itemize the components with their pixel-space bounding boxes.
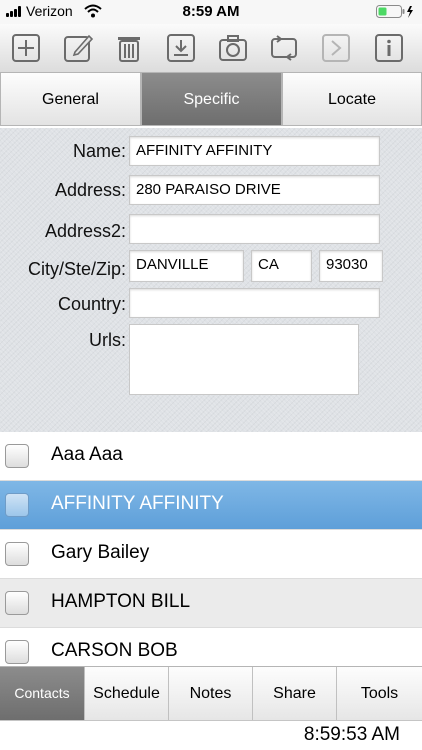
checkbox[interactable] [5,444,29,468]
address-field[interactable]: 280 PARAISO DRIVE [129,175,380,205]
list-item[interactable]: Gary Bailey [0,530,422,579]
zip-field[interactable]: 93030 [319,250,383,282]
contact-name: HAMPTON BILL [51,591,191,612]
contact-name: CARSON BOB [51,640,178,661]
checkbox[interactable] [5,640,29,664]
forward-icon[interactable] [321,33,351,63]
tab-specific[interactable]: Specific [141,72,282,126]
urls-label: Urls: [89,330,126,350]
name-label: Name: [72,141,126,161]
contact-name: Gary Bailey [51,542,150,563]
add-icon[interactable] [11,33,41,63]
status-time: 8:59 AM [182,3,240,20]
battery-icon [376,5,413,18]
toolbar [0,24,422,73]
list-item-selected[interactable]: AFFINITY AFFINITY [0,481,422,530]
checkbox[interactable] [5,493,29,517]
edit-icon[interactable] [63,33,94,63]
tab-schedule[interactable]: Schedule [85,667,169,720]
checkbox[interactable] [5,542,29,566]
name-field[interactable]: AFFINITY AFFINITY [129,136,380,166]
checkbox[interactable] [5,591,29,615]
tab-notes[interactable]: Notes [169,667,253,720]
tab-locate[interactable]: Locate [282,72,422,126]
trash-icon[interactable] [114,33,144,63]
list-item[interactable]: Aaa Aaa [0,432,422,481]
sync-icon[interactable] [269,33,299,63]
status-bar: Verizon 8:59 AM [0,0,422,24]
tab-contacts[interactable]: Contacts [0,667,85,720]
contact-name: AFFINITY AFFINITY [51,493,224,514]
city-field[interactable]: DANVILLE [129,250,244,282]
download-icon[interactable] [166,33,196,63]
urls-field[interactable] [129,324,359,395]
state-field[interactable]: CA [251,250,312,282]
clock-display: 8:59:53 AM [303,724,400,745]
address-label: Address: [54,180,126,200]
camera-icon[interactable] [218,33,248,63]
info-icon[interactable] [374,33,404,63]
tab-share[interactable]: Share [253,667,337,720]
footer-bar: 8:59:53 AM [0,720,422,750]
list-item[interactable]: CARSON BOB [0,628,422,666]
segmented-control: General Specific Locate [0,72,422,128]
tab-tools[interactable]: Tools [337,667,422,720]
country-label: Country: [57,294,126,314]
contact-detail-form: Name: AFFINITY AFFINITY Address: 280 PAR… [0,128,422,432]
list-item[interactable]: HAMPTON BILL [0,579,422,628]
city-state-zip-label: City/Ste/Zip: [27,259,126,279]
contact-name: Aaa Aaa [51,444,123,465]
address2-label: Address2: [44,221,126,241]
tab-general[interactable]: General [0,72,141,126]
country-field[interactable] [129,288,380,318]
bottom-tab-bar: Contacts Schedule Notes Share Tools [0,666,422,720]
contact-list: Aaa Aaa AFFINITY AFFINITY Gary Bailey HA… [0,432,422,666]
address2-field[interactable] [129,214,380,244]
